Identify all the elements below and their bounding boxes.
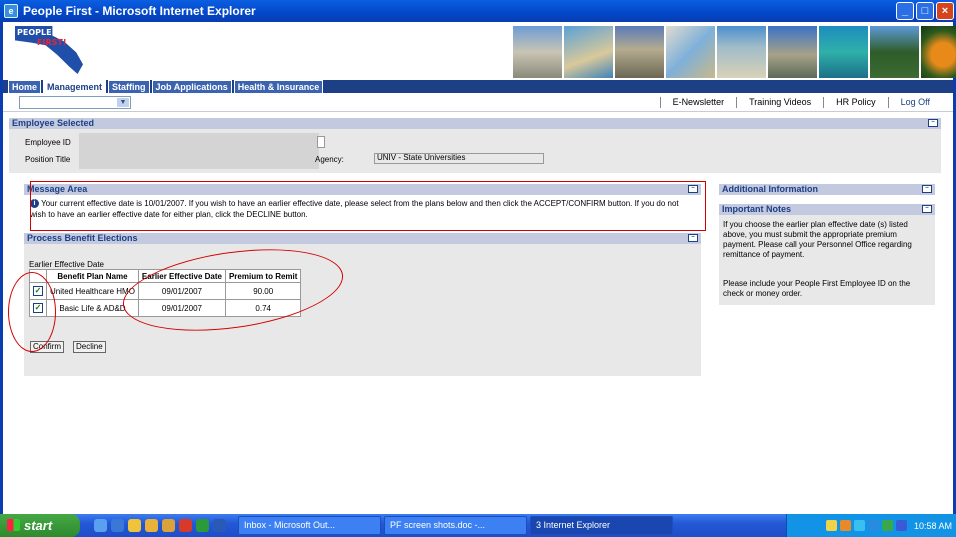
plan-name-header: Benefit Plan Name bbox=[46, 269, 139, 283]
app-window: e People First - Microsoft Internet Expl… bbox=[0, 0, 956, 537]
maximize-button[interactable]: □ bbox=[916, 2, 934, 20]
coast-photo bbox=[666, 26, 715, 78]
important-notes-title: Important Notes bbox=[722, 204, 792, 214]
tab-management[interactable]: Management bbox=[43, 80, 107, 93]
employee-id-field-edge[interactable] bbox=[317, 136, 325, 148]
folder-quicklaunch-icon[interactable] bbox=[145, 519, 158, 532]
minimize-button[interactable]: _ bbox=[896, 2, 914, 20]
annotation-circle bbox=[8, 272, 56, 352]
tab-home[interactable]: Home bbox=[8, 80, 42, 93]
notes-para-1: If you choose the earlier plan effective… bbox=[723, 220, 912, 259]
employee-panel-header: Employee Selected – bbox=[9, 118, 941, 129]
beach-photo bbox=[564, 26, 613, 78]
site-header: PEOPLE FIRST! bbox=[3, 22, 956, 80]
logo-text-people: PEOPLE bbox=[17, 28, 52, 37]
additional-info-header: Additional Information – bbox=[719, 184, 935, 195]
window-titlebar[interactable]: e People First - Microsoft Internet Expl… bbox=[0, 0, 956, 22]
annotation-rectangle bbox=[30, 181, 706, 231]
pine-photo bbox=[870, 26, 919, 78]
hr-policy-link[interactable]: HR Policy bbox=[823, 97, 888, 108]
training-videos-link[interactable]: Training Videos bbox=[736, 97, 823, 108]
windows-flag-icon bbox=[7, 519, 20, 531]
skyline-photo bbox=[768, 26, 817, 78]
redacted-employee-info bbox=[79, 133, 319, 169]
outlook-quicklaunch-icon[interactable] bbox=[128, 519, 141, 532]
window-title: People First - Microsoft Internet Explor… bbox=[23, 4, 256, 18]
ie-quicklaunch-icon[interactable] bbox=[94, 519, 107, 532]
agency-field: UNIV - State Universities bbox=[374, 153, 544, 164]
tab-health-insurance[interactable]: Health & Insurance bbox=[233, 80, 324, 93]
enewsletter-link[interactable]: E-Newsletter bbox=[659, 97, 737, 108]
important-notes-header: Important Notes – bbox=[719, 204, 935, 215]
start-button[interactable]: start bbox=[0, 514, 80, 537]
excel-quicklaunch-icon[interactable] bbox=[196, 519, 209, 532]
aerial-photo bbox=[717, 26, 766, 78]
collapse-icon[interactable]: – bbox=[922, 205, 932, 213]
employee-panel-body: Employee ID Position Title Agency: UNIV … bbox=[9, 129, 941, 173]
tray-icon[interactable] bbox=[895, 520, 907, 531]
ie-icon: e bbox=[4, 4, 18, 18]
system-tray: 10:58 AM bbox=[786, 514, 956, 537]
clock: 10:58 AM bbox=[913, 520, 952, 531]
taskbar-item-outlook[interactable]: Inbox - Microsoft Out... bbox=[238, 516, 381, 535]
employee-panel-title: Employee Selected bbox=[12, 118, 95, 128]
building-photo bbox=[615, 26, 664, 78]
taskbar-item-word[interactable]: PF screen shots.doc -... bbox=[384, 516, 527, 535]
people-first-logo[interactable]: PEOPLE FIRST! bbox=[15, 26, 85, 76]
important-notes-body: If you choose the earlier plan effective… bbox=[719, 215, 935, 305]
employee-id-label: Employee ID bbox=[25, 138, 71, 147]
logo-text-first: FIRST! bbox=[37, 38, 67, 47]
header-photo-strip bbox=[513, 26, 956, 78]
ie-quicklaunch-icon[interactable] bbox=[111, 519, 124, 532]
start-label: start bbox=[24, 518, 53, 533]
acrobat-quicklaunch-icon[interactable] bbox=[179, 519, 192, 532]
collapse-icon[interactable]: – bbox=[922, 185, 932, 193]
collapse-icon[interactable]: – bbox=[928, 119, 938, 127]
reef-photo bbox=[819, 26, 868, 78]
taskbar-item-ie[interactable]: 3 Internet Explorer bbox=[530, 516, 673, 535]
capitol-photo bbox=[513, 26, 562, 78]
close-button[interactable]: × bbox=[936, 2, 954, 20]
tray-icon[interactable] bbox=[839, 520, 851, 531]
tab-job-applications[interactable]: Job Applications bbox=[151, 80, 232, 93]
agency-label: Agency: bbox=[315, 155, 344, 164]
process-panel-header: Process Benefit Elections – bbox=[24, 233, 701, 244]
chevron-down-icon[interactable]: ▼ bbox=[117, 98, 129, 107]
tab-staffing[interactable]: Staffing bbox=[108, 80, 150, 93]
word-quicklaunch-icon[interactable] bbox=[213, 519, 226, 532]
collapse-icon[interactable]: – bbox=[688, 234, 698, 242]
tray-icon[interactable] bbox=[881, 520, 893, 531]
process-panel-title: Process Benefit Elections bbox=[27, 233, 138, 243]
windows-taskbar: start Inbox - Microsoft Out... PF screen… bbox=[0, 514, 956, 537]
additional-info-title: Additional Information bbox=[722, 184, 818, 194]
table-caption: Earlier Effective Date bbox=[29, 260, 104, 269]
tray-icon[interactable] bbox=[867, 520, 879, 531]
position-title-label: Position Title bbox=[25, 155, 71, 164]
main-nav-tabs: Home Management Staffing Job Application… bbox=[8, 80, 324, 93]
action-select[interactable]: ▼ bbox=[19, 96, 131, 109]
orange-photo bbox=[921, 26, 956, 78]
tray-icon[interactable] bbox=[853, 520, 865, 531]
quick-launch bbox=[94, 519, 226, 532]
notes-para-2: Please include your People First Employe… bbox=[723, 279, 911, 298]
folder-quicklaunch-icon[interactable] bbox=[162, 519, 175, 532]
top-links: E-Newsletter Training Videos HR Policy L… bbox=[659, 97, 942, 108]
decline-button[interactable]: Decline bbox=[73, 341, 106, 353]
tray-icon[interactable] bbox=[825, 520, 837, 531]
log-off-link[interactable]: Log Off bbox=[887, 97, 942, 108]
